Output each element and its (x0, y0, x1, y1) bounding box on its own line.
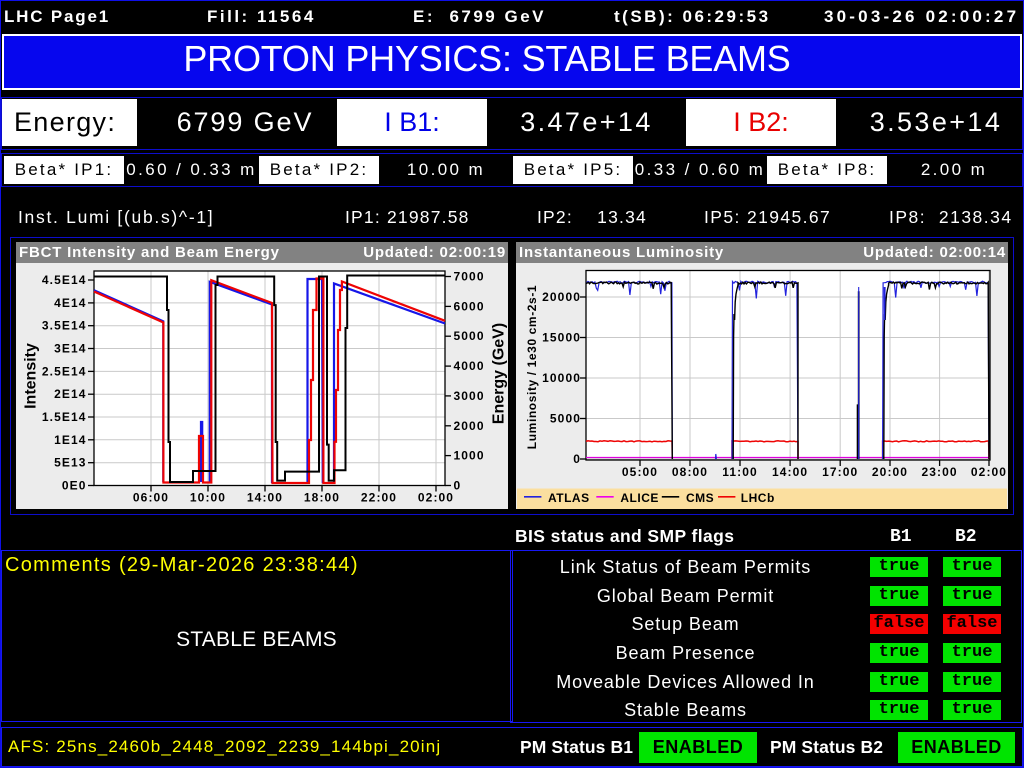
svg-text:6000: 6000 (454, 299, 485, 313)
svg-text:3E14: 3E14 (54, 342, 86, 356)
svg-text:1.5E14: 1.5E14 (42, 410, 87, 424)
svg-text:3.5E14: 3.5E14 (42, 319, 87, 333)
svg-text:0E0: 0E0 (62, 479, 87, 493)
svg-text:3000: 3000 (454, 389, 485, 403)
svg-text:5E13: 5E13 (54, 456, 86, 470)
svg-text:CMS: CMS (686, 491, 714, 505)
svg-text:Intensity: Intensity (23, 343, 40, 409)
svg-text:06:00: 06:00 (133, 491, 169, 505)
svg-text:4000: 4000 (454, 359, 485, 373)
svg-text:10000: 10000 (542, 371, 581, 385)
svg-text:11:00: 11:00 (722, 465, 758, 479)
svg-text:02:00: 02:00 (971, 465, 1007, 479)
svg-text:05:00: 05:00 (622, 465, 658, 479)
svg-text:20000: 20000 (542, 290, 581, 304)
svg-text:0: 0 (573, 452, 581, 466)
svg-text:Luminosity / 1e30 cm-2s-1: Luminosity / 1e30 cm-2s-1 (525, 285, 539, 449)
svg-text:15000: 15000 (542, 331, 581, 345)
svg-text:02:00: 02:00 (418, 491, 454, 505)
svg-text:23:00: 23:00 (921, 465, 957, 479)
svg-text:LHCb: LHCb (741, 491, 775, 505)
svg-text:4.5E14: 4.5E14 (42, 273, 87, 287)
svg-text:10:00: 10:00 (190, 491, 226, 505)
svg-text:14:00: 14:00 (247, 491, 283, 505)
svg-text:2E14: 2E14 (54, 387, 86, 401)
svg-text:ATLAS: ATLAS (548, 491, 590, 505)
svg-text:08:00: 08:00 (672, 465, 708, 479)
svg-text:18:00: 18:00 (304, 491, 340, 505)
svg-text:14:00: 14:00 (772, 465, 808, 479)
svg-text:1000: 1000 (454, 449, 485, 463)
svg-text:7000: 7000 (454, 270, 485, 284)
svg-text:17:00: 17:00 (822, 465, 858, 479)
svg-text:5000: 5000 (550, 412, 581, 426)
svg-text:5000: 5000 (454, 329, 485, 343)
svg-text:20:00: 20:00 (872, 465, 908, 479)
svg-text:ALICE: ALICE (620, 491, 659, 505)
svg-text:0: 0 (454, 479, 462, 493)
svg-text:4E14: 4E14 (54, 296, 86, 310)
svg-text:2000: 2000 (454, 419, 485, 433)
svg-text:22:00: 22:00 (361, 491, 397, 505)
svg-text:1E14: 1E14 (54, 433, 86, 447)
svg-text:Energy (GeV): Energy (GeV) (491, 323, 508, 424)
svg-text:2.5E14: 2.5E14 (42, 364, 87, 378)
